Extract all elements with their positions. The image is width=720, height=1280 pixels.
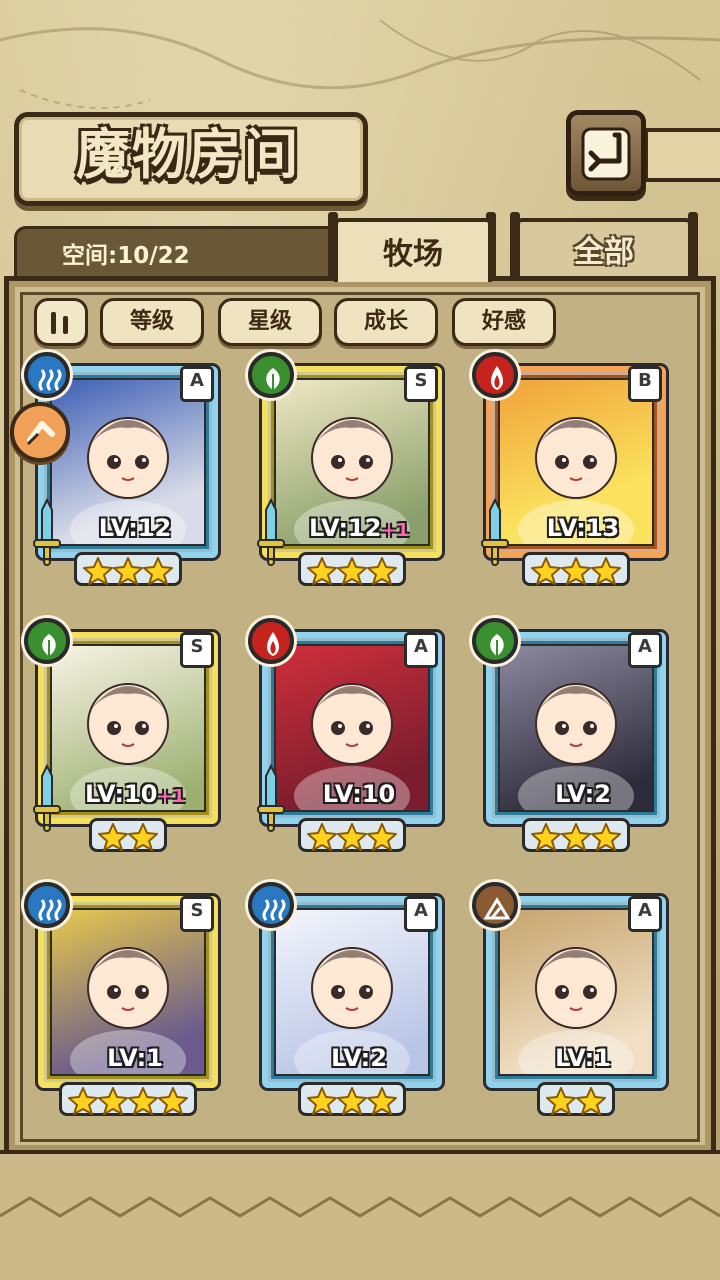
star-icon [546,1087,576,1115]
monster-card[interactable]: S LV:10+1 [24,618,226,862]
lock-tag-icon[interactable] [10,402,70,462]
star-icon [113,557,143,585]
star-icon [128,823,158,851]
level-label: LV:1 [107,1044,163,1072]
star-icon [307,823,337,851]
star-rating [254,1082,450,1119]
star-icon [337,823,367,851]
fire-element-icon [248,618,294,664]
star-icon [561,823,591,851]
wood-element-icon [248,352,294,398]
star-icon [98,823,128,851]
level-label: LV:2 [331,1044,387,1072]
torn-edge [0,1186,720,1280]
level-label: LV:10 [322,780,396,808]
star-rating [478,552,674,589]
star-rating [30,818,226,855]
level-label: LV:2 [555,780,611,808]
rank-badge: A [404,896,438,932]
sort-star-button[interactable]: 星级 [218,298,322,346]
earth-element-icon [472,882,518,928]
level-label: LV:12+1 [308,514,410,542]
star-icon [143,557,173,585]
monster-card[interactable]: S LV:1 [24,882,226,1126]
monster-card[interactable]: A LV:1 [472,882,674,1126]
rank-badge: A [628,632,662,668]
star-rating [30,552,226,589]
level-label: LV:1 [555,1044,611,1072]
level-label: LV:13 [546,514,620,542]
rank-badge: A [628,896,662,932]
page-title: 魔物房间 [76,122,300,186]
monster-card[interactable]: S LV:12+1 [248,352,450,596]
tab-all[interactable]: 全部 [516,218,692,282]
wood-element-icon [24,618,70,664]
sort-growth-button[interactable]: 成长 [334,298,438,346]
star-rating [478,1082,674,1119]
sort-order-toggle[interactable] [34,298,88,346]
star-icon [367,823,397,851]
monster-card[interactable]: A LV:12 [24,352,226,596]
back-arrow-icon [581,127,631,181]
water-element-icon [248,882,294,928]
tab-ranch[interactable]: 牧场 [334,218,492,282]
star-icon [128,1087,158,1115]
star-icon [337,557,367,585]
star-icon [158,1087,188,1115]
star-icon [83,557,113,585]
star-rating [30,1082,226,1119]
level-label: LV:10+1 [84,780,186,808]
star-icon [591,557,621,585]
star-icon [337,1087,367,1115]
star-icon [367,1087,397,1115]
star-icon [307,557,337,585]
star-icon [98,1087,128,1115]
water-element-icon [24,882,70,928]
sort-affection-button[interactable]: 好感 [452,298,556,346]
star-icon [576,1087,606,1115]
star-icon [367,557,397,585]
sort-level-button[interactable]: 等级 [100,298,204,346]
rank-badge: S [404,366,438,402]
bottom-border [0,1150,720,1190]
rank-badge: A [404,632,438,668]
star-icon [68,1087,98,1115]
star-icon [561,557,591,585]
monster-card[interactable]: A LV:2 [472,618,674,862]
star-rating [478,818,674,855]
monster-card[interactable]: A LV:2 [248,882,450,1126]
level-label: LV:12 [98,514,172,542]
wood-element-icon [472,618,518,664]
star-icon [591,823,621,851]
water-element-icon [24,352,70,398]
rank-badge: A [180,366,214,402]
star-icon [531,557,561,585]
space-counter: 空间:10/22 [62,243,190,269]
back-button[interactable] [566,110,646,196]
star-rating [254,818,450,855]
star-icon [307,1087,337,1115]
star-icon [531,823,561,851]
star-rating [254,552,450,589]
rank-badge: B [628,366,662,402]
monster-card[interactable]: A LV:10 [248,618,450,862]
monster-card[interactable]: B LV:13 [472,352,674,596]
rank-badge: S [180,896,214,932]
rank-badge: S [180,632,214,668]
fire-element-icon [472,352,518,398]
header-rail [644,128,720,182]
